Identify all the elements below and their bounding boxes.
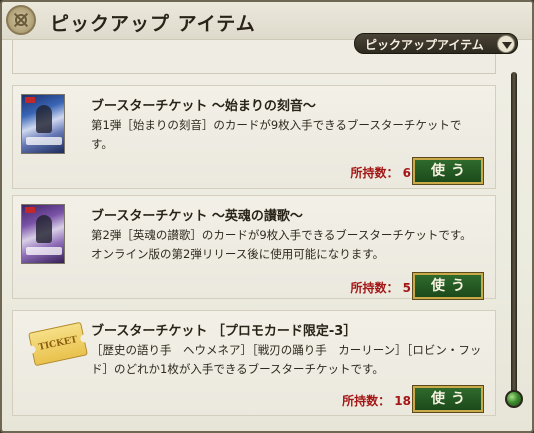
item-list[interactable]: ブースターチケット ～始まりの刻音～ 第1弾［始まりの刻音］のカードが9枚入手で… <box>12 40 500 428</box>
item-quantity: 所持数： 6 <box>350 166 411 180</box>
list-item: ブースターチケット ～始まりの刻音～ 第1弾［始まりの刻音］のカードが9枚入手で… <box>12 85 496 189</box>
item-title: ブースターチケット ［プロモカード限定-3］ <box>91 324 357 339</box>
item-description: 第2弾［英魂の讃歌］のカードが9枚入手できるブースターチケットです。オンライン版… <box>91 228 472 261</box>
item-title: ブースターチケット ～始まりの刻音～ <box>91 99 316 114</box>
list-item: TICKET ブースターチケット ［プロモカード限定-3］ ［歴史の語り手 ヘウ… <box>12 310 496 416</box>
category-dropdown[interactable]: ピックアップアイテム <box>354 33 518 54</box>
chevron-down-icon[interactable] <box>497 35 515 53</box>
use-button[interactable]: 使う <box>413 158 483 184</box>
use-button[interactable]: 使う <box>413 273 483 299</box>
booster-pack-thumbnail <box>21 94 65 154</box>
category-dropdown-label: ピックアップアイテム <box>365 38 484 52</box>
scrollbar-rail <box>511 72 517 402</box>
list-item: ブースターチケット ～英魂の讃歌～ 第2弾［英魂の讃歌］のカードが9枚入手できる… <box>12 195 496 299</box>
booster-pack-thumbnail <box>21 204 65 264</box>
compass-emblem-icon <box>6 5 36 35</box>
window-title: ピックアップ アイテム <box>50 13 256 35</box>
scrollbar[interactable] <box>504 72 524 415</box>
item-description: 第1弾［始まりの刻音］のカードが9枚入手できるブースターチケットです。 <box>91 118 462 151</box>
item-title: ブースターチケット ～英魂の讃歌～ <box>91 209 303 224</box>
ticket-icon: TICKET <box>28 321 88 367</box>
item-quantity: 所持数： 18 <box>342 394 411 408</box>
pickup-items-window: ピックアップ アイテム ピックアップアイテム ブースターチケット ～始まりの刻音… <box>0 0 534 433</box>
scrollbar-thumb[interactable] <box>505 390 523 408</box>
use-button[interactable]: 使う <box>413 386 483 412</box>
item-quantity: 所持数： 5 <box>350 281 411 295</box>
item-description: ［歴史の語り手 ヘウメネア］［戦刃の踊り手 カーリーン］［ロビン・フッド］のどれ… <box>91 343 482 376</box>
